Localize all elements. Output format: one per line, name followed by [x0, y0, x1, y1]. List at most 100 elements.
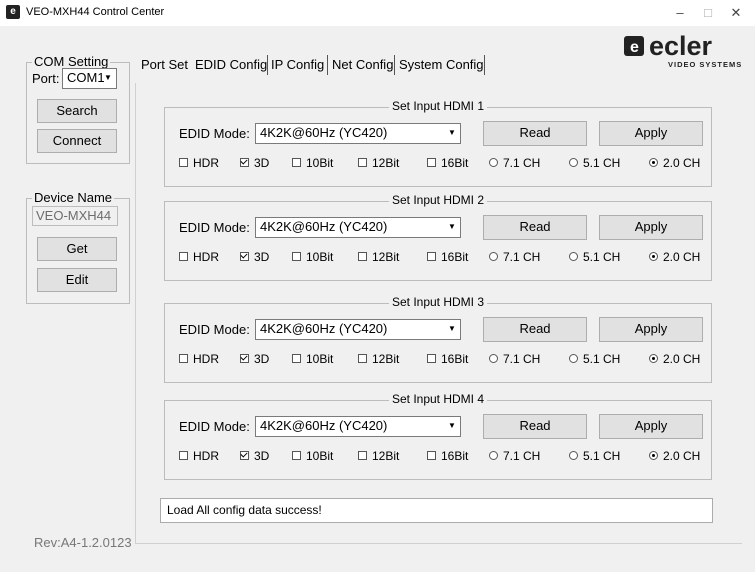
device-name-legend: Device Name [32, 190, 115, 205]
close-button[interactable]: ✕ [726, 4, 746, 22]
radio-icon [649, 158, 658, 168]
checkbox-icon [292, 354, 301, 364]
checkbox-10bit-2[interactable]: 10Bit [292, 250, 333, 264]
checkbox-3d-3[interactable]: 3D [240, 352, 269, 366]
radio-7-1-ch-4[interactable]: 7.1 CH [489, 449, 540, 463]
edid-mode-value: 4K2K@60Hz (YC420) [260, 125, 388, 140]
maximize-button[interactable]: □ [698, 4, 718, 22]
tab-port-set[interactable]: Port Set [141, 57, 188, 72]
edid-mode-select-2[interactable]: 4K2K@60Hz (YC420) ▼ [255, 217, 461, 238]
checkbox-hdr-4[interactable]: HDR [179, 449, 219, 463]
option-label: 7.1 CH [503, 352, 541, 366]
radio-2-0-ch-3[interactable]: 2.0 CH [649, 352, 700, 366]
checkbox-16bit-3[interactable]: 16Bit [427, 352, 468, 366]
option-label: 3D [254, 156, 270, 170]
radio-5-1-ch-1[interactable]: 5.1 CH [569, 156, 620, 170]
edid-mode-label: EDID Mode: [179, 126, 250, 141]
chevron-down-icon: ▼ [448, 222, 456, 231]
option-label: 5.1 CH [583, 250, 621, 264]
apply-button-4[interactable]: Apply [599, 414, 703, 439]
checkbox-10bit-4[interactable]: 10Bit [292, 449, 333, 463]
option-label: 12Bit [372, 352, 400, 366]
tab-edid-config[interactable]: EDID Config [195, 57, 267, 72]
minimize-button[interactable]: – [670, 4, 690, 22]
checkbox-16bit-1[interactable]: 16Bit [427, 156, 468, 170]
checkbox-10bit-1[interactable]: 10Bit [292, 156, 333, 170]
read-button-2[interactable]: Read [483, 215, 587, 240]
app-icon: e [6, 5, 20, 19]
checkbox-12bit-4[interactable]: 12Bit [358, 449, 399, 463]
checkbox-hdr-1[interactable]: HDR [179, 156, 219, 170]
radio-icon [489, 354, 498, 364]
checkbox-12bit-1[interactable]: 12Bit [358, 156, 399, 170]
read-button-1[interactable]: Read [483, 121, 587, 146]
edit-button[interactable]: Edit [37, 268, 117, 292]
checkbox-hdr-2[interactable]: HDR [179, 250, 219, 264]
edid-mode-select-1[interactable]: 4K2K@60Hz (YC420) ▼ [255, 123, 461, 144]
read-button-4[interactable]: Read [483, 414, 587, 439]
option-label: 3D [254, 352, 270, 366]
radio-icon [649, 451, 658, 461]
edid-mode-value: 4K2K@60Hz (YC420) [260, 219, 388, 234]
tab-ip-config[interactable]: IP Config [271, 57, 324, 72]
radio-7-1-ch-2[interactable]: 7.1 CH [489, 250, 540, 264]
option-label: HDR [193, 352, 219, 366]
radio-2-0-ch-4[interactable]: 2.0 CH [649, 449, 700, 463]
checkbox-16bit-2[interactable]: 16Bit [427, 250, 468, 264]
checkbox-icon [179, 158, 188, 168]
tab-net-config[interactable]: Net Config [332, 57, 393, 72]
radio-5-1-ch-4[interactable]: 5.1 CH [569, 449, 620, 463]
radio-icon [489, 252, 498, 262]
device-name-field[interactable]: VEO-MXH44 [32, 206, 118, 226]
edid-mode-label: EDID Mode: [179, 322, 250, 337]
checkbox-10bit-3[interactable]: 10Bit [292, 352, 333, 366]
edid-mode-select-4[interactable]: 4K2K@60Hz (YC420) ▼ [255, 416, 461, 437]
connect-button[interactable]: Connect [37, 129, 117, 153]
apply-button-3[interactable]: Apply [599, 317, 703, 342]
panel-title: Set Input HDMI 4 [388, 392, 488, 406]
radio-7-1-ch-3[interactable]: 7.1 CH [489, 352, 540, 366]
hdmi-input-3-panel: Set Input HDMI 3 EDID Mode: 4K2K@60Hz (YC… [164, 295, 712, 383]
option-label: 5.1 CH [583, 352, 621, 366]
checkbox-hdr-3[interactable]: HDR [179, 352, 219, 366]
option-label: 7.1 CH [503, 449, 541, 463]
tab-system-config[interactable]: System Config [399, 57, 484, 72]
read-button-3[interactable]: Read [483, 317, 587, 342]
panel-title-wrap: Set Input HDMI 1 [165, 99, 711, 113]
radio-2-0-ch-1[interactable]: 2.0 CH [649, 156, 700, 170]
radio-5-1-ch-2[interactable]: 5.1 CH [569, 250, 620, 264]
search-button[interactable]: Search [37, 99, 117, 123]
window-title: VEO-MXH44 Control Center [26, 6, 165, 18]
radio-icon [569, 354, 578, 364]
logo-brand-text: ecler [649, 34, 713, 61]
chevron-down-icon: ▼ [448, 421, 456, 430]
checkbox-icon [427, 451, 436, 461]
port-select-value: COM1 [67, 70, 105, 85]
checkbox-12bit-2[interactable]: 12Bit [358, 250, 399, 264]
checkbox-icon [358, 354, 367, 364]
edid-mode-select-3[interactable]: 4K2K@60Hz (YC420) ▼ [255, 319, 461, 340]
port-select[interactable]: COM1 ▼ [62, 68, 117, 89]
apply-button-1[interactable]: Apply [599, 121, 703, 146]
logo-tagline: VIDEO SYSTEMS [668, 60, 742, 69]
radio-icon [649, 354, 658, 364]
checkbox-icon [179, 451, 188, 461]
svg-text:e: e [630, 39, 639, 56]
edid-mode-label: EDID Mode: [179, 419, 250, 434]
apply-button-2[interactable]: Apply [599, 215, 703, 240]
option-label: 16Bit [441, 156, 469, 170]
checkbox-3d-2[interactable]: 3D [240, 250, 269, 264]
checkbox-3d-4[interactable]: 3D [240, 449, 269, 463]
radio-7-1-ch-1[interactable]: 7.1 CH [489, 156, 540, 170]
radio-5-1-ch-3[interactable]: 5.1 CH [569, 352, 620, 366]
tab-separator [484, 55, 485, 75]
get-button[interactable]: Get [37, 237, 117, 261]
checkbox-3d-1[interactable]: 3D [240, 156, 269, 170]
radio-2-0-ch-2[interactable]: 2.0 CH [649, 250, 700, 264]
option-label: 2.0 CH [663, 352, 701, 366]
revision-label: Rev:A4-1.2.0123 [34, 535, 132, 550]
edid-mode-value: 4K2K@60Hz (YC420) [260, 418, 388, 433]
checkbox-16bit-4[interactable]: 16Bit [427, 449, 468, 463]
option-label: 7.1 CH [503, 250, 541, 264]
checkbox-12bit-3[interactable]: 12Bit [358, 352, 399, 366]
